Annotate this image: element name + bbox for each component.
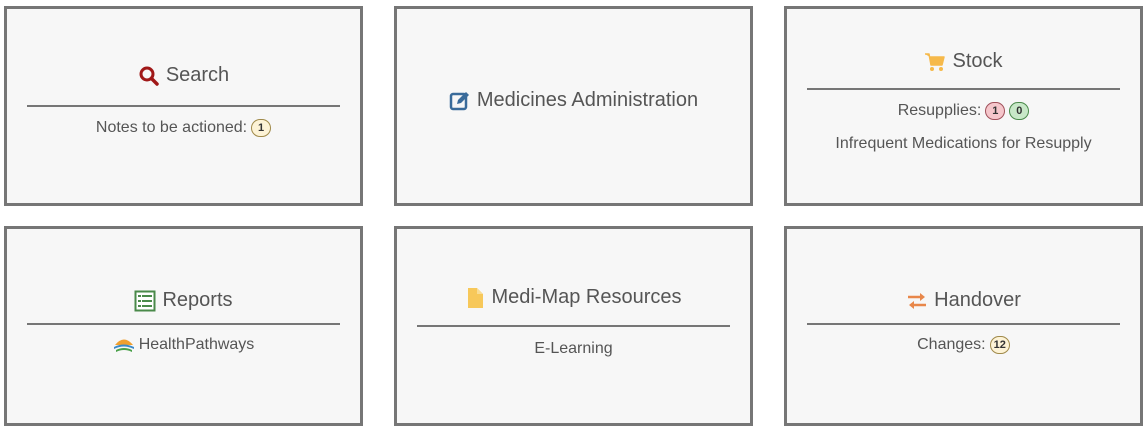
e-learning-label: E-Learning [534,340,613,357]
edit-icon [449,90,471,112]
exchange-icon [906,291,928,311]
medicines-title[interactable]: Medicines Administration [397,89,750,112]
healthpathways-label: HealthPathways [138,336,255,353]
cart-icon [924,51,946,73]
handover-tile[interactable]: Handover Changes: 12 [784,226,1143,426]
reports-title-label: Reports [162,289,233,311]
search-title[interactable]: Search [7,64,360,87]
search-icon [138,65,160,87]
resources-divider [417,325,730,327]
search-tile[interactable]: Search Notes to be actioned: 1 [4,6,363,206]
medicines-title-label: Medicines Administration [476,89,699,111]
resupplies-green-badge: 0 [1009,102,1030,120]
search-title-label: Search [165,64,230,86]
e-learning-link[interactable]: E-Learning [397,340,750,358]
reports-title[interactable]: Reports [7,289,360,312]
medi-map-resources-tile[interactable]: Medi-Map Resources E-Learning [394,226,753,426]
handover-divider [807,323,1120,325]
stock-title-label: Stock [952,50,1003,72]
notes-label: Notes to be actioned: [95,119,248,136]
handover-title-label: Handover [934,289,1021,311]
stock-divider [807,88,1120,90]
handover-title[interactable]: Handover [787,289,1140,312]
stock-tile[interactable]: Stock Resupplies: 1 0 Infrequent Medicat… [784,6,1143,206]
handover-changes[interactable]: Changes: 12 [787,336,1140,354]
resupplies-label: Resupplies: [897,102,982,119]
resources-title[interactable]: Medi-Map Resources [397,286,750,309]
resources-title-label: Medi-Map Resources [491,286,682,308]
notes-count-badge: 1 [251,119,272,137]
list-icon [134,290,156,312]
resupplies-red-badge: 1 [985,102,1006,120]
infrequent-medications-link[interactable]: Infrequent Medications for Resupply [787,135,1140,153]
reports-tile[interactable]: Reports HealthPathways [4,226,363,426]
resupplies[interactable]: Resupplies: 1 0 [787,102,1140,120]
medicines-administration-tile[interactable]: Medicines Administration [394,6,753,206]
changes-label: Changes: [917,336,986,353]
stock-title[interactable]: Stock [787,50,1140,73]
reports-divider [27,323,340,325]
infrequent-medications-label: Infrequent Medications for Resupply [835,135,1092,152]
file-icon [465,287,485,309]
healthpathways-logo-icon [113,336,135,354]
notes-to-be-actioned[interactable]: Notes to be actioned: 1 [7,119,360,137]
changes-count-badge: 12 [989,336,1010,354]
search-divider [27,105,340,107]
healthpathways-link[interactable]: HealthPathways [7,336,360,354]
